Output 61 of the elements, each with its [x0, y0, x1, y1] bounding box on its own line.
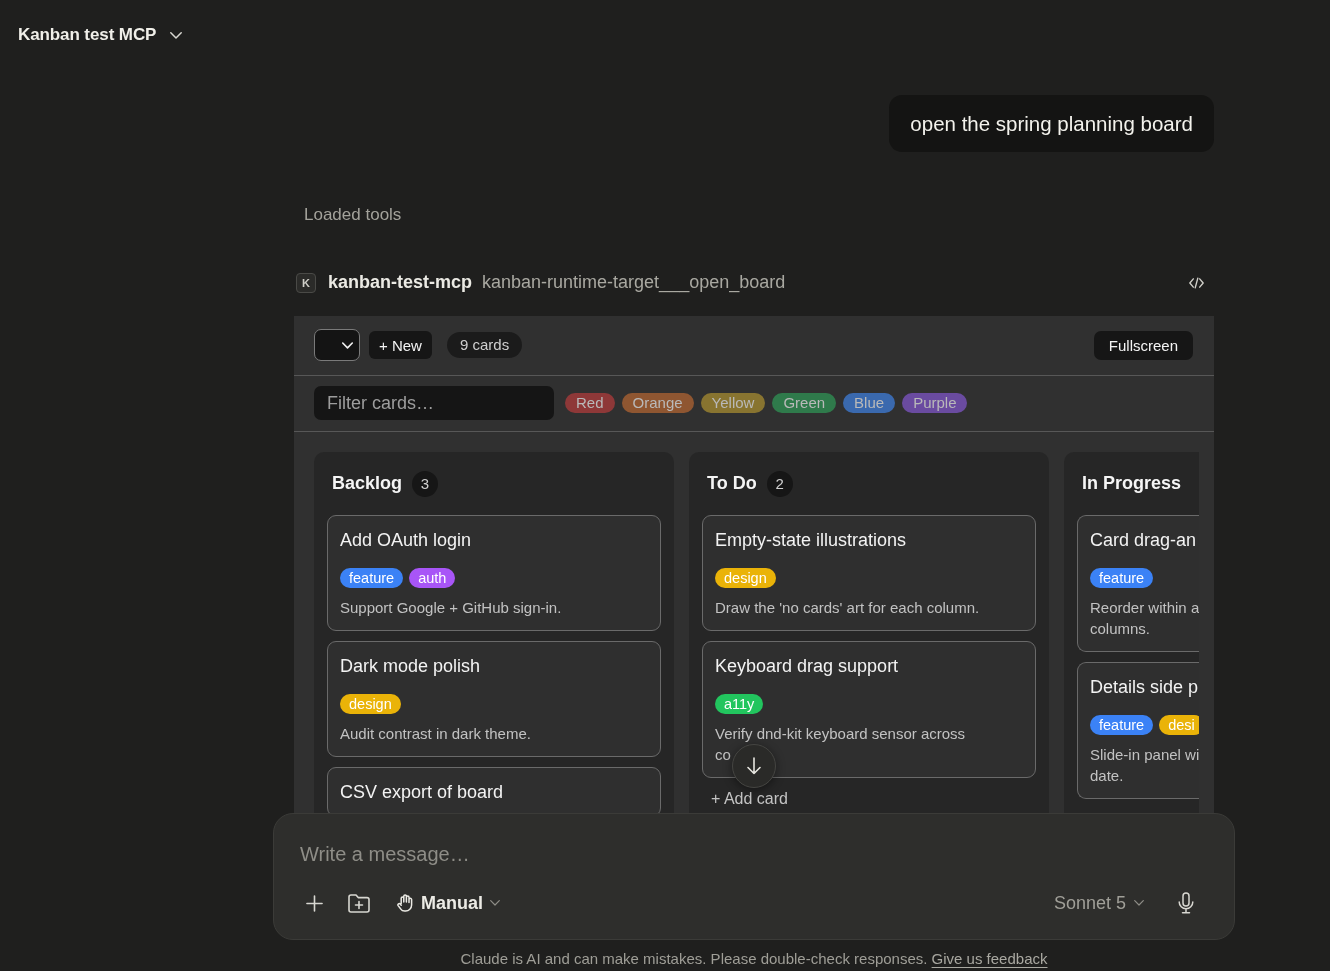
- label-tag: desi: [1159, 714, 1199, 735]
- card-title: Keyboard drag support: [715, 654, 900, 678]
- chevron-down-icon: [170, 31, 183, 39]
- card-title: Add OAuth login: [340, 528, 473, 552]
- task-card[interactable]: Card drag-an feature Reorder within a columns.: [1077, 514, 1199, 652]
- mode-menu-button[interactable]: Manual: [397, 892, 500, 914]
- column-count-badge: 2: [766, 470, 793, 497]
- label-tag: design: [340, 693, 401, 714]
- loaded-tools-label: Loaded tools: [303, 204, 402, 226]
- card-description: Audit contrast in dark theme.: [340, 723, 532, 744]
- task-card[interactable]: Add OAuth login feature auth Support Google + GitHub sign-in.: [327, 514, 661, 631]
- filter-input[interactable]: Filter cards…: [314, 386, 554, 421]
- card-title: Details side p: [1090, 675, 1199, 699]
- column-count-badge: 3: [412, 470, 439, 497]
- board-select[interactable]: [314, 329, 360, 362]
- card-title: Card drag-an: [1090, 528, 1198, 552]
- new-card-button[interactable]: + New: [369, 331, 432, 360]
- label-tag: a11y: [715, 693, 764, 714]
- card-description: Verify dnd-kit keyboard sensor across co: [715, 723, 967, 765]
- label-tag: design: [715, 567, 776, 588]
- task-card[interactable]: Details side p feature desi Slide-in panel wi date.: [1077, 661, 1199, 799]
- fullscreen-button[interactable]: Fullscreen: [1093, 330, 1193, 360]
- server-initial-tile: K: [296, 272, 316, 293]
- add-card-button[interactable]: + Add card: [702, 788, 797, 809]
- card-count-pill: 9 cards: [446, 332, 523, 359]
- card-description: Draw the 'no cards' art for each column.: [715, 597, 981, 618]
- label-tag: feature: [340, 567, 404, 588]
- server-name: kanban-test-mcp: [328, 272, 473, 294]
- color-filter-chip[interactable]: Red: [565, 393, 615, 414]
- card-title: Dark mode polish: [340, 654, 482, 678]
- model-menu-button[interactable]: Sonnet 5: [1053, 892, 1144, 914]
- column-title: In Progress: [1082, 473, 1182, 495]
- card-description: Support Google + GitHub sign-in.: [340, 597, 563, 618]
- task-card[interactable]: Empty-state illustrations design Draw the 'no cards' art for each column.: [702, 514, 1036, 631]
- chevron-down-icon: [1134, 900, 1144, 906]
- column-title: Backlog: [332, 473, 403, 495]
- disclaimer-text: Claude is AI and can make mistakes. Please double-check responses. Give us feedback: [460, 949, 1048, 969]
- project-title-button[interactable]: Kanban test MCP: [18, 25, 183, 45]
- microphone-icon[interactable]: [1178, 892, 1194, 914]
- column-title: To Do: [707, 473, 757, 495]
- arrow-down-icon: [746, 757, 762, 775]
- card-title: CSV export of board: [340, 780, 505, 804]
- chevron-down-icon: [490, 900, 500, 906]
- label-tag: feature: [1090, 567, 1154, 588]
- plus-icon[interactable]: [306, 894, 323, 912]
- label-tag: feature: [1090, 714, 1154, 735]
- folder-plus-icon[interactable]: [348, 893, 370, 913]
- user-message: open the spring planning board: [889, 95, 1214, 152]
- card-description: Reorder within a columns.: [1090, 597, 1199, 639]
- card-description: Slide-in panel wi date.: [1090, 744, 1199, 786]
- tool-name: kanban-runtime-target___open_board: [482, 272, 786, 294]
- task-card[interactable]: Dark mode polish design Audit contrast in dark theme.: [327, 640, 661, 757]
- task-card[interactable]: CSV export of board: [327, 766, 661, 813]
- chevron-down-icon: [342, 341, 353, 349]
- hand-icon: [397, 894, 414, 912]
- message-input[interactable]: Write a message…: [300, 840, 1194, 868]
- feedback-link[interactable]: Give us feedback: [931, 950, 1048, 967]
- code-icon[interactable]: [1189, 276, 1204, 289]
- card-title: Empty-state illustrations: [715, 528, 908, 552]
- task-card[interactable]: Keyboard drag support a11y Verify dnd-kit keyboard sensor across co: [702, 640, 1036, 778]
- label-tag: auth: [409, 567, 456, 588]
